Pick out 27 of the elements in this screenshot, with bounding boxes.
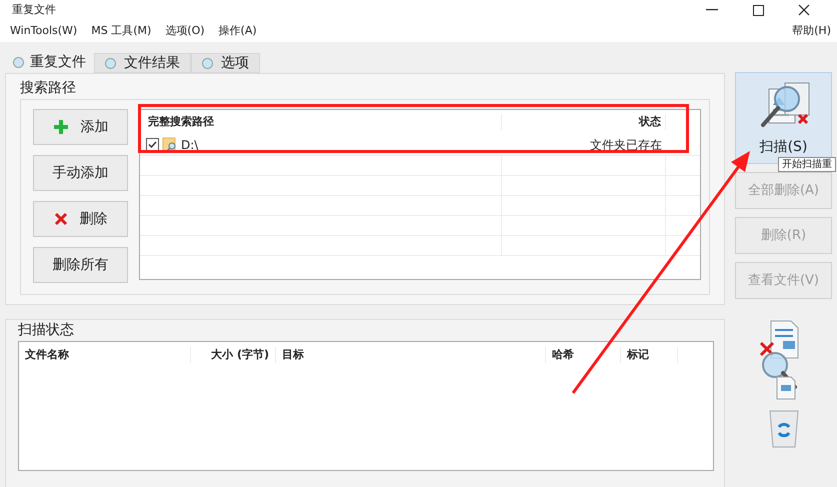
column-header: 文件名称 bbox=[19, 346, 191, 364]
button[interactable]: 手动添加 bbox=[33, 155, 128, 191]
column-header: 大小 (字节) bbox=[191, 346, 276, 364]
checkbox[interactable] bbox=[146, 138, 159, 151]
column-header: 完整搜索路径 bbox=[140, 114, 502, 130]
button[interactable]: 删除所有 bbox=[33, 247, 128, 283]
column-header: 哈希 bbox=[546, 346, 621, 364]
column-header: 目标 bbox=[276, 346, 546, 364]
button[interactable]: 添加 bbox=[33, 109, 128, 145]
window-title: 重复文件 bbox=[11, 2, 56, 18]
menu-item[interactable]: 选项(O) bbox=[165, 22, 205, 40]
column-header: 标记 bbox=[621, 346, 678, 364]
group-title: 扫描状态 bbox=[18, 321, 75, 340]
tab[interactable]: 文件结果 bbox=[94, 53, 191, 73]
group-title: 搜索路径 bbox=[20, 79, 77, 98]
menu-item[interactable]: 操作(A) bbox=[218, 22, 257, 40]
folder-search-icon bbox=[162, 137, 178, 152]
tooltip: 开始扫描重 bbox=[778, 157, 836, 172]
plus-icon bbox=[52, 119, 68, 135]
tab[interactable]: 选项 bbox=[191, 53, 260, 73]
menu-item[interactable]: WinTools(W) bbox=[10, 22, 78, 40]
cross-icon bbox=[54, 212, 68, 226]
button[interactable]: 删除 bbox=[33, 201, 128, 237]
menu-item[interactable]: MS 工具(M) bbox=[91, 22, 152, 40]
table-cell-text: D:\ bbox=[181, 136, 198, 154]
column-header: 状态 bbox=[502, 114, 666, 130]
menu-item[interactable]: 帮助(H) bbox=[792, 22, 831, 40]
